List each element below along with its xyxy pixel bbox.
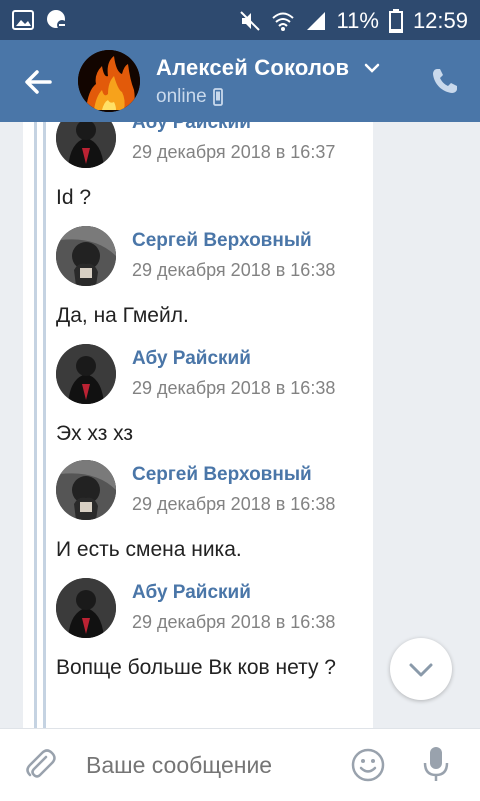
- message-input[interactable]: [86, 749, 336, 781]
- avatar[interactable]: [56, 344, 116, 404]
- clock: 12:59: [412, 8, 468, 33]
- online-status-label: online: [156, 86, 207, 107]
- paperclip-icon[interactable]: [22, 747, 58, 783]
- wifi-icon: [271, 12, 294, 31]
- message-text: Эх хз хз: [56, 422, 134, 445]
- status-bar: 11% 12:59: [0, 0, 480, 40]
- online-status: online: [156, 86, 223, 108]
- message-time: 29 декабря 2018 в 16:38: [132, 612, 336, 632]
- message-time: 29 декабря 2018 в 16:38: [132, 378, 336, 398]
- message-author[interactable]: Абу Райский: [132, 582, 251, 604]
- phone-call-icon[interactable]: [430, 66, 460, 96]
- message-time: 29 декабря 2018 в 16:37: [132, 142, 336, 162]
- chevron-down-icon[interactable]: [364, 62, 380, 74]
- message-text: Id ?: [56, 186, 92, 209]
- battery-percent: 11%: [336, 8, 379, 33]
- avatar[interactable]: [56, 226, 116, 286]
- battery-icon: [388, 9, 403, 33]
- contact-avatar[interactable]: [78, 50, 140, 112]
- avatar[interactable]: [56, 578, 116, 638]
- message-author[interactable]: Сергей Верховный: [132, 230, 312, 252]
- message-time: 29 декабря 2018 в 16:38: [132, 260, 336, 280]
- message-composer: [0, 728, 480, 801]
- message-author[interactable]: Абу Райский: [132, 122, 251, 134]
- message-author[interactable]: Сергей Верховный: [132, 464, 312, 486]
- back-arrow-icon[interactable]: [20, 64, 56, 100]
- contact-name[interactable]: Алексей Соколов: [156, 55, 349, 81]
- microphone-icon[interactable]: [420, 745, 452, 783]
- forward-indicator-bar: [34, 122, 37, 728]
- smiley-icon[interactable]: [350, 747, 386, 783]
- mobile-phone-icon: [212, 88, 223, 106]
- gallery-icon: [12, 10, 34, 30]
- chat-header: Алексей Соколов online: [0, 40, 480, 122]
- signal-icon: [306, 12, 325, 30]
- message-text: И есть смена ника.: [56, 538, 242, 561]
- forward-indicator-bar: [43, 122, 46, 728]
- message-time: 29 декабря 2018 в 16:38: [132, 494, 336, 514]
- message-author[interactable]: Абу Райский: [132, 348, 251, 370]
- message-text: Да, на Гмейл.: [56, 304, 189, 327]
- avatar[interactable]: [56, 460, 116, 520]
- scroll-down-button[interactable]: [390, 638, 452, 700]
- blocked-notification-icon: [47, 10, 67, 30]
- mute-icon: [239, 11, 260, 31]
- message-text: Вопще больше Вк ков нету ?: [56, 656, 336, 679]
- chevron-down-icon: [409, 663, 433, 677]
